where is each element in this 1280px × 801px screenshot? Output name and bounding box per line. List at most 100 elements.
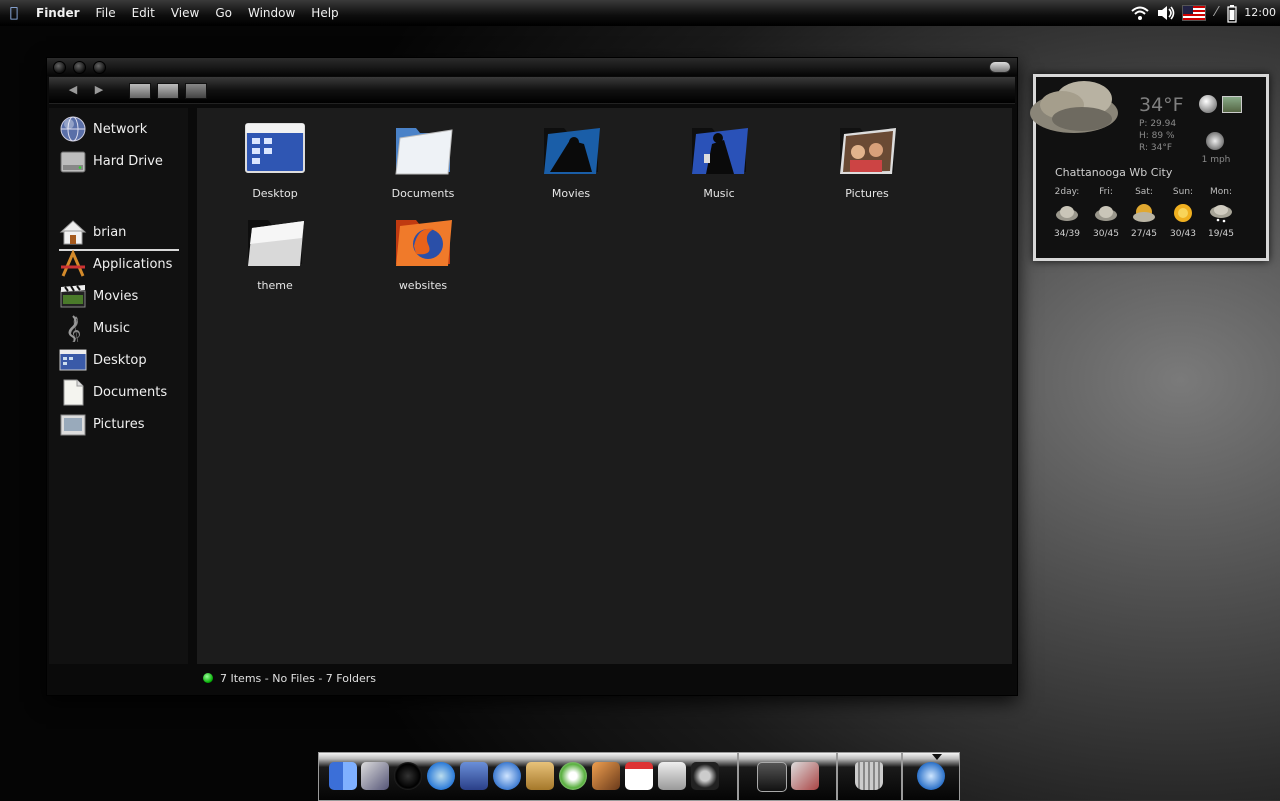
status-bar: 7 Items - No Files - 7 Folders xyxy=(197,666,1012,690)
menu-window[interactable]: Window xyxy=(240,6,303,20)
terminal-icon[interactable] xyxy=(757,762,787,792)
folder-label: Pictures xyxy=(845,187,889,200)
back-button[interactable]: ◀ xyxy=(63,81,83,99)
zoom-button[interactable] xyxy=(93,61,106,74)
folder-label: Music xyxy=(703,187,735,200)
safari-icon[interactable] xyxy=(427,762,455,790)
toolbar-toggle-button[interactable] xyxy=(989,61,1011,73)
forecast-day-label: Sun: xyxy=(1172,187,1194,197)
wind-speed: 1 mph xyxy=(1201,155,1231,165)
forward-button[interactable]: ▶ xyxy=(89,81,109,99)
forecast-range: 30/45 xyxy=(1093,229,1119,239)
finder-sidebar: Network Hard Drive brian Applications Mo… xyxy=(49,108,188,664)
globe-icon[interactable] xyxy=(1199,95,1217,113)
weather-widget[interactable]: 34°F P: 29.94 H: 89 % R: 34°F 1 mph Chat… xyxy=(1030,74,1269,261)
menu-go[interactable]: Go xyxy=(207,6,240,20)
menu-view[interactable]: View xyxy=(163,6,207,20)
bluetooth-icon[interactable]: ⁄ xyxy=(1212,5,1220,21)
home-icon xyxy=(59,218,87,246)
column-view-button[interactable] xyxy=(185,83,207,99)
forecast-day: Mon: 19/45 xyxy=(1203,187,1239,239)
volume-icon[interactable] xyxy=(1156,5,1176,21)
forecast-range: 27/45 xyxy=(1131,229,1157,239)
forecast-range: 19/45 xyxy=(1208,229,1234,239)
mail-stamp-icon[interactable] xyxy=(460,762,488,790)
dock-kde-section xyxy=(902,752,960,801)
kde-menu-icon[interactable] xyxy=(917,762,945,790)
sunny-icon xyxy=(1171,203,1195,223)
file-browser-area[interactable]: Desktop Documents Movies Music Pictures xyxy=(197,108,1012,664)
iphoto-icon[interactable] xyxy=(592,762,620,790)
menu-file[interactable]: File xyxy=(88,6,124,20)
music-folder-icon xyxy=(688,120,750,178)
package-icon[interactable] xyxy=(791,762,819,790)
sidebar-item-documents[interactable]: Documents xyxy=(59,378,167,406)
folder-item-websites[interactable]: websites xyxy=(368,212,478,292)
cloudy-weather-icon xyxy=(1022,75,1122,145)
documents-folder-icon xyxy=(392,120,454,178)
dock-extras-section xyxy=(738,752,837,801)
pictures-icon xyxy=(59,410,87,438)
pictures-folder-icon xyxy=(836,120,898,178)
dashboard-icon[interactable] xyxy=(394,762,422,790)
forecast-range: 30/43 xyxy=(1170,229,1196,239)
folder-label: Movies xyxy=(551,187,591,200)
forecast-day: 2day: 34/39 xyxy=(1049,187,1085,239)
forecast-range: 34/39 xyxy=(1054,229,1080,239)
sidebar-item-music[interactable]: 𝄞 Music xyxy=(59,314,130,345)
folder-item-movies[interactable]: Movies xyxy=(516,120,626,200)
list-view-button[interactable] xyxy=(157,83,179,99)
sidebar-item-label: brian xyxy=(93,224,127,240)
radar-map-icon[interactable] xyxy=(1222,96,1242,113)
menubar-clock[interactable]: 12:00 xyxy=(1244,6,1276,19)
folder-item-music[interactable]: Music xyxy=(664,120,774,200)
close-button[interactable] xyxy=(53,61,66,74)
finder-icon[interactable] xyxy=(329,762,357,790)
menu-edit[interactable]: Edit xyxy=(124,6,163,20)
trash-icon[interactable] xyxy=(855,762,883,790)
sidebar-item-label: Music xyxy=(93,320,130,336)
address-book-icon[interactable] xyxy=(526,762,554,790)
sidebar-item-network[interactable]: Network xyxy=(59,115,147,143)
menu-app-finder[interactable]: Finder xyxy=(28,6,88,20)
forecast-day: Sat: 27/45 xyxy=(1126,187,1162,239)
ichat-icon[interactable] xyxy=(493,762,521,790)
status-tray: ⁄ 12:00 xyxy=(1130,0,1280,25)
battery-icon[interactable] xyxy=(1226,4,1238,23)
icon-view-button[interactable] xyxy=(129,83,151,99)
sidebar-item-hard-drive[interactable]: Hard Drive xyxy=(59,147,163,175)
gimp-icon[interactable] xyxy=(691,762,719,790)
folder-item-theme[interactable]: theme xyxy=(220,212,330,292)
preview-icon[interactable] xyxy=(361,762,389,790)
window-titlebar[interactable] xyxy=(47,58,1017,76)
folder-item-pictures[interactable]: Pictures xyxy=(812,120,922,200)
sidebar-item-pictures[interactable]: Pictures xyxy=(59,410,144,438)
wind-compass-icon xyxy=(1206,132,1224,150)
dock-menu-arrow-icon xyxy=(932,754,942,760)
folder-item-desktop[interactable]: Desktop xyxy=(220,120,330,200)
folder-icon xyxy=(244,212,306,270)
ical-icon[interactable] xyxy=(625,762,653,790)
firefox-folder-icon xyxy=(392,212,454,270)
sidebar-item-label: Documents xyxy=(93,384,168,400)
apple-icon[interactable]:  xyxy=(0,5,28,21)
minimize-button[interactable] xyxy=(73,61,86,74)
desktop-folder-icon xyxy=(244,120,306,178)
menu-help[interactable]: Help xyxy=(303,6,346,20)
music-clef-icon: 𝄞 xyxy=(59,314,87,345)
document-icon xyxy=(59,378,87,406)
itunes-icon[interactable] xyxy=(559,762,587,790)
folder-item-documents[interactable]: Documents xyxy=(368,120,478,200)
system-icon[interactable] xyxy=(658,762,686,790)
us-flag-icon[interactable] xyxy=(1182,4,1207,21)
sidebar-item-home[interactable]: brian xyxy=(59,218,126,246)
wifi-icon[interactable] xyxy=(1130,5,1150,21)
forecast-day-label: Fri: xyxy=(1099,187,1113,197)
pressure-reading: P: 29.94 xyxy=(1139,119,1177,129)
sidebar-item-desktop[interactable]: Desktop xyxy=(59,346,147,374)
sidebar-item-label: Movies xyxy=(93,288,139,304)
forecast-day-label: Mon: xyxy=(1209,187,1232,197)
sidebar-item-movies[interactable]: Movies xyxy=(59,282,138,310)
partly-sunny-icon xyxy=(1132,203,1156,223)
sidebar-item-applications[interactable]: Applications xyxy=(59,249,172,278)
